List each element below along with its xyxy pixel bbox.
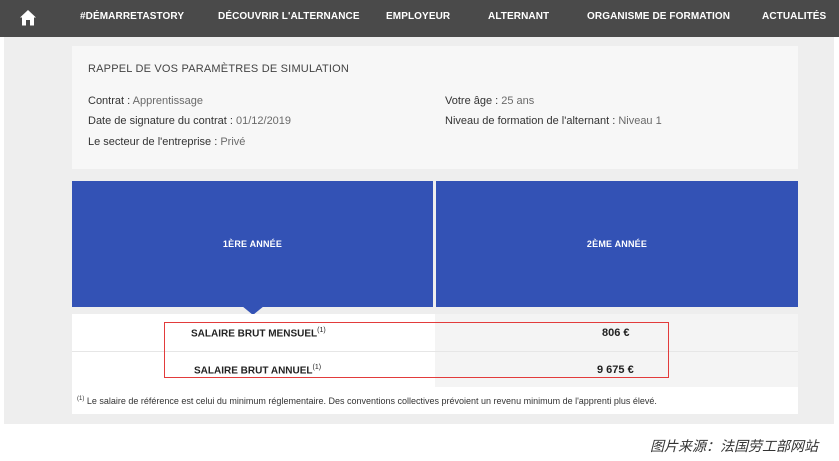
- tab-year-1-label: 1ÈRE ANNÉE: [222, 239, 283, 249]
- nav-item-demarretastory[interactable]: #DÉMARRETASTORY: [80, 0, 184, 37]
- param-contrat: Contrat : Apprentissage: [88, 95, 203, 107]
- param-niveau-value: Niveau 1: [618, 115, 662, 127]
- param-contrat-label: Contrat :: [88, 95, 133, 107]
- top-navigation: #DÉMARRETASTORY DÉCOUVRIR L'ALTERNANCE E…: [0, 0, 839, 37]
- tab-year-1[interactable]: 1ÈRE ANNÉE: [72, 181, 433, 307]
- param-niveau-label: Niveau de formation de l'alternant :: [445, 115, 619, 127]
- tab-year-2-label: 2ÈME ANNÉE: [586, 239, 648, 249]
- nav-item-actualites[interactable]: ACTUALITÉS: [762, 0, 826, 37]
- nav-item-organisme-formation[interactable]: ORGANISME DE FORMATION: [587, 0, 730, 37]
- footnote-text: Le salaire de référence est celui du min…: [84, 396, 657, 406]
- params-title: RAPPEL DE VOS PARAMÈTRES DE SIMULATION: [88, 63, 350, 75]
- image-caption: 图片来源：法国劳工部网站: [650, 439, 818, 455]
- param-secteur: Le secteur de l'entreprise : Privé: [88, 136, 245, 148]
- home-icon[interactable]: [19, 9, 37, 27]
- nav-item-employeur[interactable]: EMPLOYEUR: [386, 0, 450, 37]
- param-secteur-label: Le secteur de l'entreprise :: [88, 136, 221, 148]
- param-contrat-value: Apprentissage: [132, 95, 203, 107]
- nav-item-decouvrir-alternance[interactable]: DÉCOUVRIR L'ALTERNANCE: [218, 0, 360, 37]
- param-age-label: Votre âge :: [445, 95, 502, 107]
- param-age: Votre âge : 25 ans: [445, 95, 534, 107]
- param-date-label: Date de signature du contrat :: [88, 115, 236, 127]
- param-age-value: 25 ans: [501, 95, 535, 107]
- footnote: (1) Le salaire de référence est celui du…: [77, 396, 657, 406]
- param-date-signature: Date de signature du contrat : 01/12/201…: [88, 115, 291, 127]
- simulation-parameters-panel: RAPPEL DE VOS PARAMÈTRES DE SIMULATION C…: [72, 46, 798, 169]
- tab-year-2[interactable]: 2ÈME ANNÉE: [436, 181, 798, 307]
- param-niveau: Niveau de formation de l'alternant : Niv…: [445, 115, 662, 127]
- param-secteur-value: Privé: [220, 136, 246, 148]
- param-date-value: 01/12/2019: [235, 115, 292, 127]
- nav-item-alternant[interactable]: ALTERNANT: [488, 0, 549, 37]
- highlight-box: [164, 322, 669, 378]
